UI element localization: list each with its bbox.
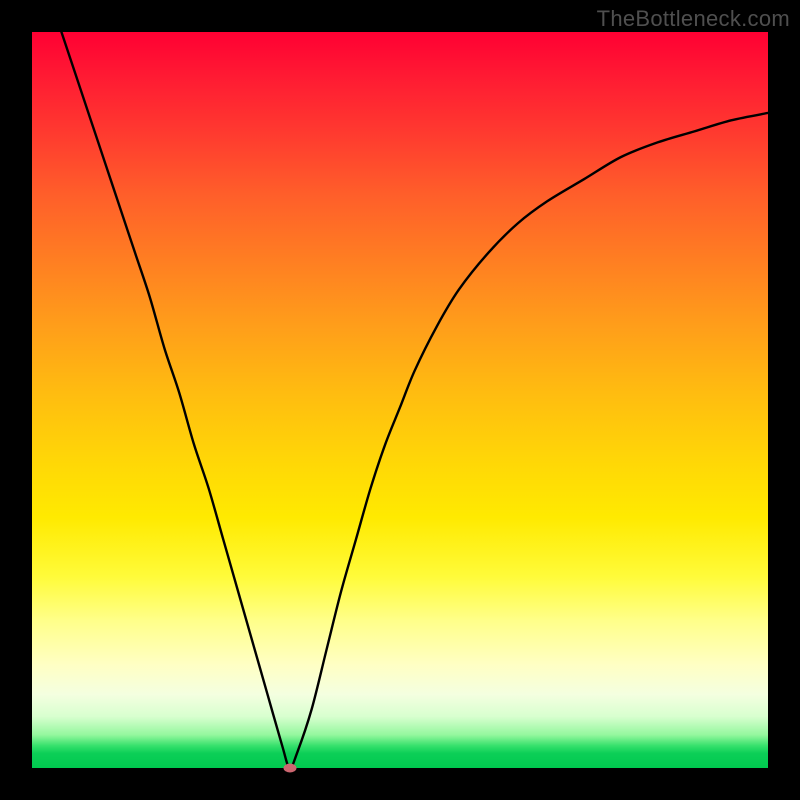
watermark-text: TheBottleneck.com [597,6,790,32]
bottleneck-curve [32,32,768,768]
optimum-marker [283,764,296,773]
plot-area [32,32,768,768]
chart-frame: TheBottleneck.com [0,0,800,800]
